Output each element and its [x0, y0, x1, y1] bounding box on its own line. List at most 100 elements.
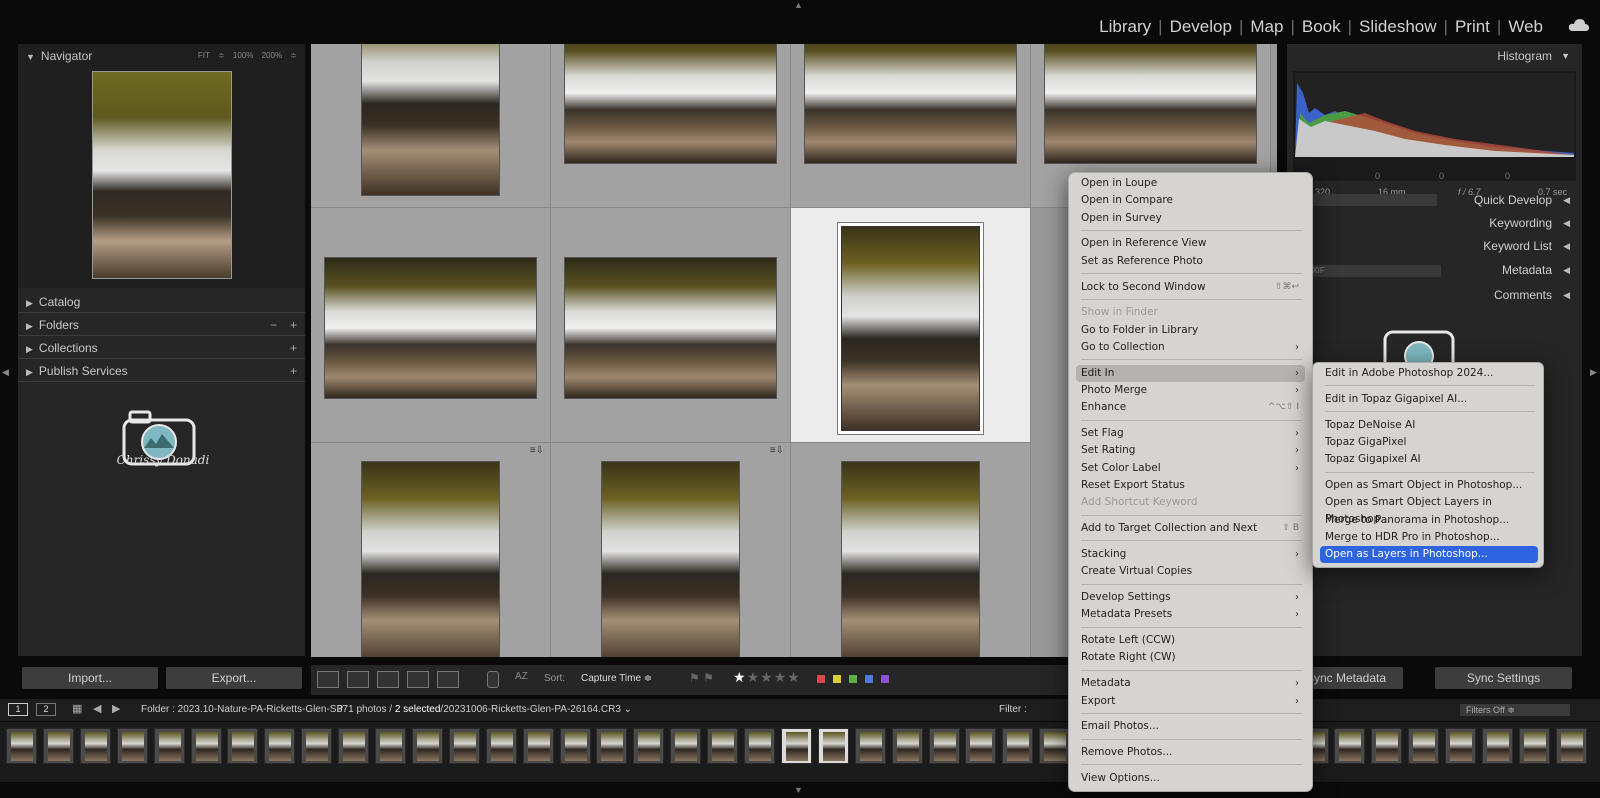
quick-develop-header[interactable]: Quick Develop ◀	[1287, 188, 1582, 212]
filmstrip-thumbnail[interactable]	[190, 728, 222, 764]
filmstrip-thumbnail[interactable]	[1002, 728, 1034, 764]
menu-item-photo-merge[interactable]: Photo Merge ›	[1076, 382, 1305, 399]
filmstrip-thumbnail[interactable]	[1445, 728, 1477, 764]
import-button[interactable]: Import...	[22, 667, 158, 689]
menu-item-rotate-right-cw[interactable]: Rotate Right (CW)	[1076, 649, 1305, 666]
menu-item-export[interactable]: Export ›	[1076, 693, 1305, 710]
folders-section[interactable]: ▶ Folders − +	[18, 314, 305, 336]
navigator-preview[interactable]	[92, 71, 232, 279]
menu-item-develop-settings[interactable]: Develop Settings ›	[1076, 589, 1305, 606]
cloud-icon[interactable]	[1568, 18, 1590, 32]
metadata-header[interactable]: Metadata ◀	[1287, 258, 1582, 282]
filmstrip-thumbnail[interactable]	[780, 728, 812, 764]
filmstrip-source[interactable]: Folder : 2023.10-Nature-PA-Ricketts-Glen…	[141, 704, 343, 715]
menu-item-open-in-survey[interactable]: Open in Survey	[1076, 210, 1305, 227]
grid-cell[interactable]	[791, 208, 1031, 443]
add-collection-button[interactable]: +	[290, 337, 297, 359]
menu-item-open-in-loupe[interactable]: Open in Loupe	[1076, 175, 1305, 192]
filmstrip-thumbnail[interactable]	[153, 728, 185, 764]
rating-stars[interactable]: ★★★★★	[733, 669, 801, 686]
grid-icon[interactable]: ▦	[72, 702, 82, 715]
left-panel-toggle-icon[interactable]: ◀	[2, 367, 9, 378]
menu-item-stacking[interactable]: Stacking ›	[1076, 546, 1305, 563]
menu-item-set-color-label[interactable]: Set Color Label ›	[1076, 460, 1305, 477]
filmstrip-thumbnail[interactable]	[1555, 728, 1587, 764]
add-folder-button[interactable]: +	[290, 314, 297, 336]
top-panel-toggle-icon[interactable]: ▲	[794, 0, 803, 10]
module-slideshow[interactable]: Slideshow	[1352, 17, 1444, 37]
submenu-item-edit-in-topaz-gigapixel-ai[interactable]: Edit in Topaz Gigapixel AI...	[1320, 391, 1538, 408]
forward-arrow-icon[interactable]: ▶	[112, 702, 120, 715]
photo-thumbnail[interactable]	[361, 461, 500, 657]
rating-star[interactable]: ★	[787, 669, 801, 685]
filmstrip-thumbnail[interactable]	[79, 728, 111, 764]
sort-direction-icon[interactable]: AZ	[515, 671, 535, 688]
filmstrip-thumbnail[interactable]	[1518, 728, 1550, 764]
filmstrip-thumbnail[interactable]	[596, 728, 628, 764]
navigator-zoom-options[interactable]: FIT ≑ 100% 200% ≑	[198, 44, 297, 68]
menu-item-lock-to-second-window[interactable]: Lock to Second Window ⇧⌘↩	[1076, 279, 1305, 296]
menu-item-open-in-reference-view[interactable]: Open in Reference View	[1076, 235, 1305, 252]
filmstrip-thumbnail[interactable]	[891, 728, 923, 764]
filmstrip-thumbnail[interactable]	[854, 728, 886, 764]
filmstrip-thumbnail[interactable]	[707, 728, 739, 764]
grid-cell[interactable]	[551, 208, 791, 443]
grid-cell[interactable]: ≡⇩	[551, 443, 791, 657]
menu-item-set-flag[interactable]: Set Flag ›	[1076, 425, 1305, 442]
menu-item-reset-export-status[interactable]: Reset Export Status	[1076, 477, 1305, 494]
filmstrip-thumbnail[interactable]	[485, 728, 517, 764]
color-label-swatch[interactable]	[832, 674, 842, 684]
rating-star[interactable]: ★	[733, 669, 747, 685]
module-library[interactable]: Library	[1092, 17, 1158, 37]
module-map[interactable]: Map	[1243, 17, 1290, 37]
grid-cell[interactable]: ≡⇩	[311, 443, 551, 657]
flag-icon[interactable]: ⚑ ⚑	[689, 671, 714, 685]
catalog-section[interactable]: ▶ Catalog	[18, 291, 305, 313]
grid-cell[interactable]	[791, 443, 1031, 657]
collapse-triangle-icon[interactable]: ▼	[1561, 44, 1570, 68]
loupe-view-icon[interactable]	[347, 671, 369, 688]
filmstrip-thumbnail[interactable]	[375, 728, 406, 764]
expand-triangle-icon[interactable]: ▶	[26, 292, 33, 314]
grid-view-icon[interactable]	[317, 671, 339, 688]
histogram[interactable]: ISO 320 16 mm f / 6.7 0.7 sec	[1293, 71, 1576, 197]
rating-star[interactable]: ★	[774, 669, 788, 685]
filmstrip-thumbnail[interactable]	[522, 728, 554, 764]
filmstrip-thumbnail[interactable]	[411, 728, 443, 764]
comments-header[interactable]: Comments ◀	[1287, 283, 1582, 307]
rating-star[interactable]: ★	[760, 669, 774, 685]
bottom-panel-toggle-icon[interactable]: ▼	[794, 785, 803, 795]
metadata-badge-icon[interactable]: ≡⇩	[530, 445, 544, 456]
menu-item-email-photos[interactable]: Email Photos...	[1076, 718, 1305, 735]
photo-thumbnail[interactable]	[841, 461, 980, 657]
filmstrip-thumbnail[interactable]	[116, 728, 148, 764]
collapse-triangle-icon[interactable]: ▼	[26, 45, 35, 69]
menu-item-rotate-left-ccw[interactable]: Rotate Left (CCW)	[1076, 632, 1305, 649]
expand-triangle-icon[interactable]: ◀	[1563, 234, 1570, 258]
filter-preset-select[interactable]: Filters Off ≑	[1460, 704, 1570, 716]
menu-item-edit-in[interactable]: Edit In ›	[1076, 364, 1305, 382]
main-window-button[interactable]: 1	[8, 703, 28, 716]
sort-select[interactable]: Capture Time ≑	[581, 673, 652, 684]
filmstrip-thumbnail[interactable]	[1371, 728, 1403, 764]
grid-cell[interactable]	[791, 44, 1031, 208]
grid-cell[interactable]	[311, 208, 551, 443]
grid-cell[interactable]	[551, 44, 791, 208]
back-arrow-icon[interactable]: ◀	[93, 702, 101, 715]
module-book[interactable]: Book	[1295, 17, 1348, 37]
add-publish-service-button[interactable]: +	[290, 360, 297, 382]
menu-item-set-rating[interactable]: Set Rating ›	[1076, 442, 1305, 459]
color-label-swatch[interactable]	[848, 674, 858, 684]
keywording-header[interactable]: Keywording ◀	[1287, 211, 1582, 235]
filmstrip-thumbnail[interactable]	[633, 728, 665, 764]
filmstrip-thumbnail[interactable]	[670, 728, 702, 764]
submenu-item-open-as-smart-object-layers-in-photoshop[interactable]: Open as Smart Object Layers in Photoshop…	[1320, 494, 1538, 525]
export-button[interactable]: Export...	[166, 667, 302, 689]
filmstrip-thumbnail[interactable]	[227, 728, 259, 764]
photo-thumbnail[interactable]	[324, 257, 537, 399]
publish-services-section[interactable]: ▶ Publish Services +	[18, 360, 305, 382]
filmstrip-thumbnail[interactable]	[301, 728, 333, 764]
module-print[interactable]: Print	[1448, 17, 1497, 37]
photo-thumbnail[interactable]	[564, 44, 777, 164]
photo-thumbnail[interactable]	[1044, 44, 1257, 164]
